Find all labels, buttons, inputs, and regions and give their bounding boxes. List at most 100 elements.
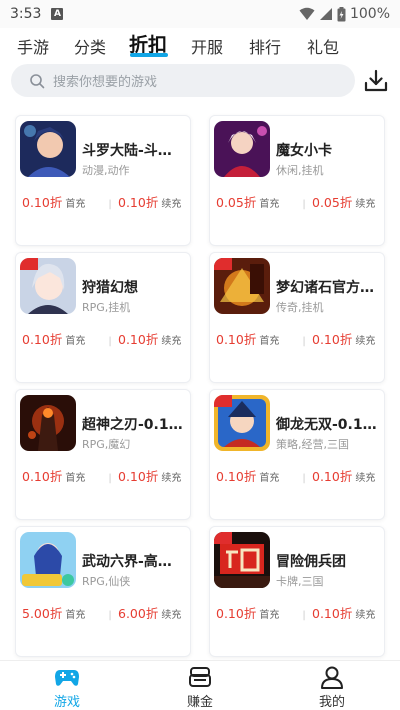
game-card[interactable]: 冒险佣兵团 卡牌,三国 0.10折 首充 | 0.10折 续充 [209,526,385,657]
user-icon [321,666,343,689]
search-icon [30,73,45,88]
chaoshen-icon [20,395,76,451]
tab-libao[interactable]: 礼包 [307,34,339,58]
price-divider: | [302,473,306,484]
status-time: 3:53 [10,6,42,22]
maoxian-icon [214,532,270,588]
price-divider: | [302,610,306,621]
nav-label: 我的 [318,695,345,710]
first-charge-price: 0.10折 [216,332,257,347]
renew-charge-label: 续充 [355,336,376,347]
price-row: 0.10折 首充 | 0.10折 续充 [216,603,382,622]
first-charge-price: 0.10折 [216,606,257,621]
renew-charge-price: 0.10折 [118,195,159,210]
game-tags: RPG,魔幻 [82,438,131,451]
first-charge-price: 0.05折 [216,195,257,210]
first-charge-price: 0.10折 [22,469,63,484]
battery-percent: 100% [349,6,390,22]
battery-icon [337,6,346,21]
price-row: 0.05折 首充 | 0.05折 续充 [216,192,382,211]
wifi-icon [299,7,315,20]
shoulie-icon [20,258,76,314]
price-divider: | [302,199,306,210]
tab-shouyou[interactable]: 手游 [17,34,49,58]
renew-charge-price: 0.10折 [312,606,353,621]
search-placeholder: 搜索你想要的游戏 [53,75,158,90]
game-card[interactable]: 狩猎幻想 RPG,挂机 0.10折 首充 | 0.10折 续充 [15,252,191,383]
renew-charge-label: 续充 [355,473,376,484]
tab-kaifu[interactable]: 开服 [191,34,223,58]
search-input[interactable]: 搜索你想要的游戏 [11,64,355,97]
game-tags: RPG,挂机 [82,301,131,314]
price-row: 0.10折 首充 | 0.10折 续充 [216,329,382,348]
price-divider: | [108,610,112,621]
first-charge-label: 首充 [259,473,280,484]
wudong-icon [20,532,76,588]
status-icons: 100% [299,6,390,22]
renew-charge-label: 续充 [161,473,182,484]
renew-charge-label: 续充 [355,610,376,621]
price-row: 0.10折 首充 | 0.10折 续充 [22,329,188,348]
status-bar: 3:53 A 100% [0,0,400,28]
game-tags: 策略,经营,三国 [276,438,349,451]
category-tabs: 手游 分类 折扣 开服 排行 礼包 [0,28,400,62]
price-row: 0.10折 首充 | 0.10折 续充 [216,466,382,485]
game-tags: 传奇,挂机 [276,301,324,314]
renew-charge-price: 0.10折 [118,469,159,484]
renew-charge-label: 续充 [161,199,182,210]
game-name: 武动六界-高… [82,554,172,570]
download-icon[interactable] [363,68,389,94]
tab-paihang[interactable]: 排行 [249,34,281,58]
renew-charge-price: 0.10折 [312,469,353,484]
renew-charge-price: 6.00折 [118,606,159,621]
price-row: 5.00折 首充 | 6.00折 续充 [22,603,188,622]
first-charge-label: 首充 [259,199,280,210]
nav-label: 游戏 [53,695,80,710]
first-charge-price: 0.10折 [22,332,63,347]
first-charge-price: 0.10折 [216,469,257,484]
game-card[interactable]: 武动六界-高… RPG,仙侠 5.00折 首充 | 6.00折 续充 [15,526,191,657]
first-charge-price: 0.10折 [22,195,63,210]
nav-earn[interactable]: 赚金 [170,665,230,710]
game-card[interactable]: 斗罗大陆-斗… 动漫,动作 0.10折 首充 | 0.10折 续充 [15,115,191,246]
first-charge-price: 5.00折 [22,606,63,621]
price-divider: | [108,473,112,484]
menghuan-icon [214,258,270,314]
game-card[interactable]: 魔女小卡 休闲,挂机 0.05折 首充 | 0.05折 续充 [209,115,385,246]
gamepad-icon [55,670,79,686]
tab-fenlei[interactable]: 分类 [74,34,106,58]
renew-charge-price: 0.10折 [118,332,159,347]
first-charge-label: 首充 [65,199,86,210]
price-divider: | [108,199,112,210]
game-tags: 动漫,动作 [82,164,130,177]
renew-charge-price: 0.05折 [312,195,353,210]
notification-icon: A [51,8,64,20]
renew-charge-label: 续充 [161,610,182,621]
game-card[interactable]: 超神之刃-0.1… RPG,魔幻 0.10折 首充 | 0.10折 续充 [15,389,191,520]
renew-charge-label: 续充 [355,199,376,210]
first-charge-label: 首充 [65,473,86,484]
game-tags: RPG,仙侠 [82,575,131,588]
signal-icon [319,8,332,20]
nav-label: 赚金 [186,695,213,710]
monv-icon [214,121,270,177]
game-card[interactable]: 御龙无双-0.1… 策略,经营,三国 0.10折 首充 | 0.10折 续充 [209,389,385,520]
game-card[interactable]: 梦幻诸石官方… 传奇,挂机 0.10折 首充 | 0.10折 续充 [209,252,385,383]
price-divider: | [108,336,112,347]
yulong-icon [214,395,270,451]
nav-games[interactable]: 游戏 [37,665,97,710]
price-divider: | [302,336,306,347]
nav-mine[interactable]: 我的 [302,665,362,710]
game-name: 梦幻诸石官方… [276,280,374,296]
price-row: 0.10折 首充 | 0.10折 续充 [22,466,188,485]
game-name: 冒险佣兵团 [276,554,346,570]
price-row: 0.10折 首充 | 0.10折 续充 [22,192,188,211]
game-tags: 卡牌,三国 [276,575,324,588]
first-charge-label: 首充 [65,336,86,347]
game-name: 御龙无双-0.1… [276,417,377,433]
first-charge-label: 首充 [259,336,280,347]
first-charge-label: 首充 [65,610,86,621]
active-tab-indicator [130,53,168,57]
game-name: 魔女小卡 [276,143,332,159]
bottom-nav: 游戏 赚金 我的 [0,660,400,710]
